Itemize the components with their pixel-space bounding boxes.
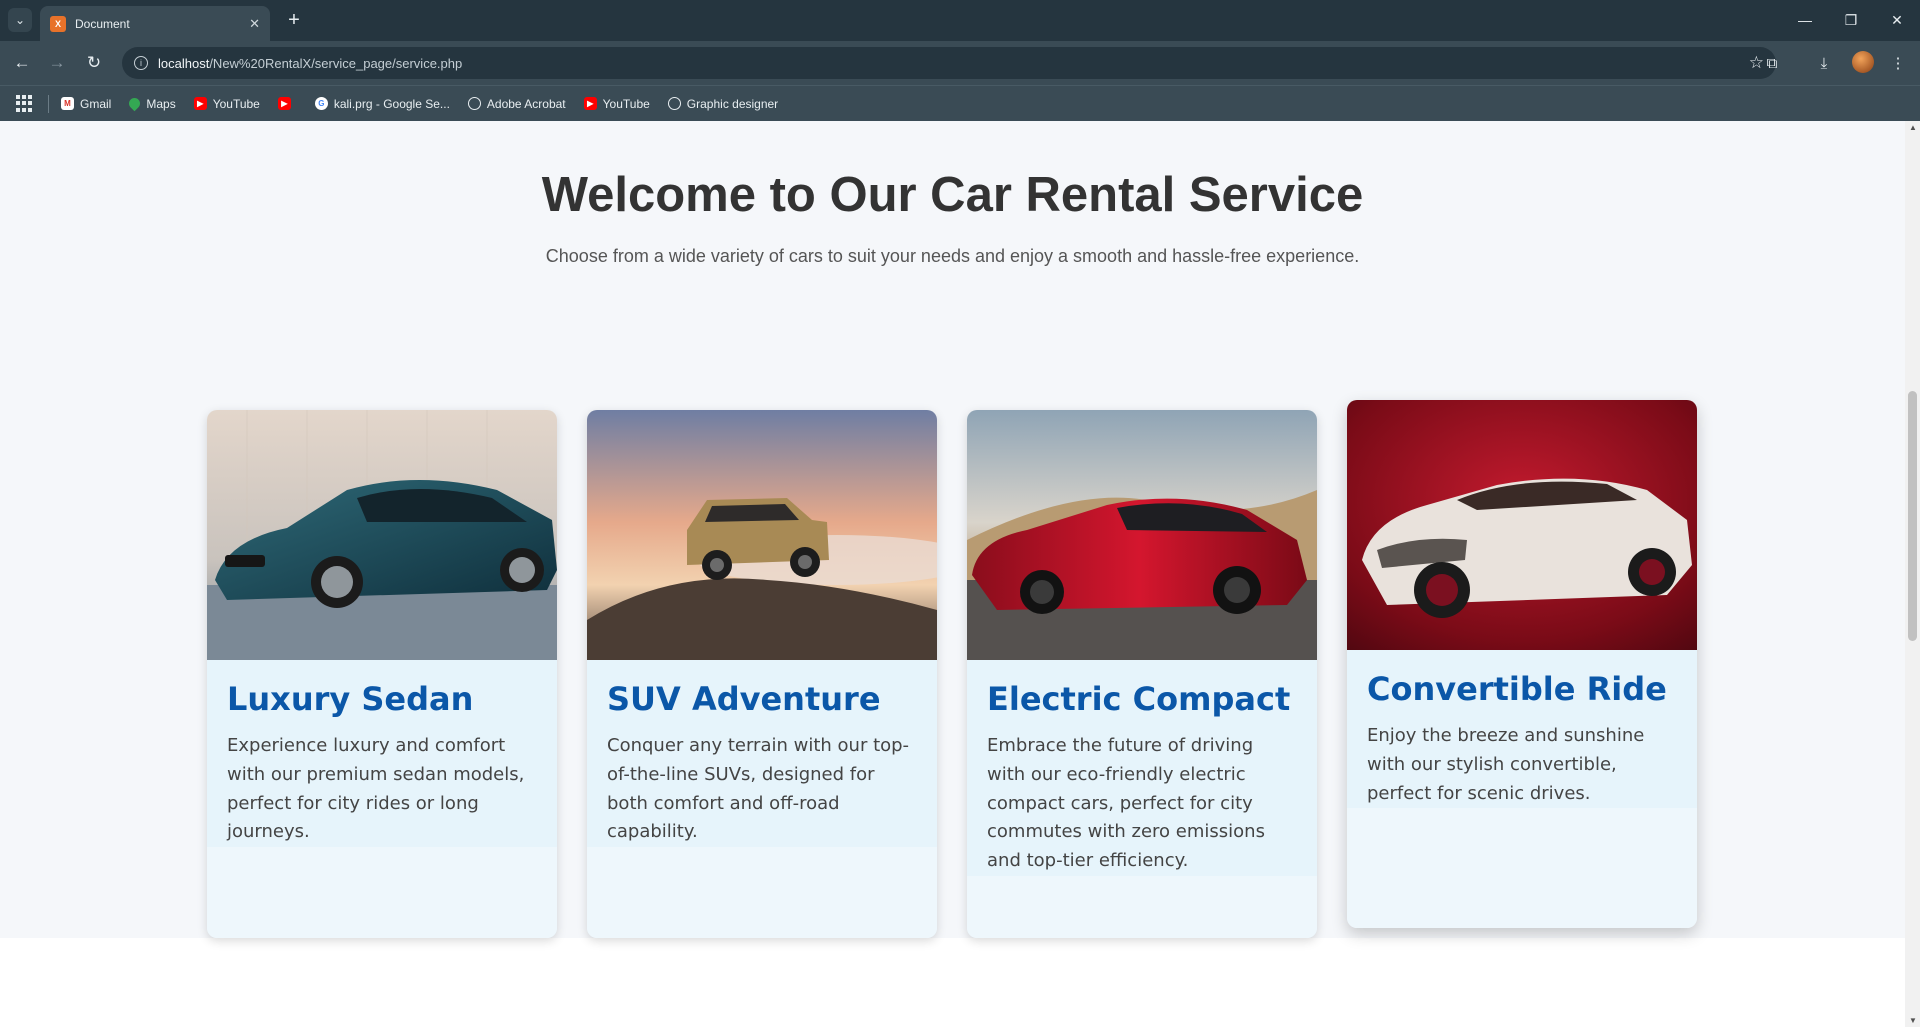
card-title: Luxury Sedan [227,680,474,718]
xampp-favicon-icon: X [50,15,66,32]
close-window-button[interactable]: ✕ [1882,8,1912,32]
card-footer [1347,868,1697,928]
forward-button[interactable]: → [45,51,69,75]
bookmark-label: YouTube [212,96,260,111]
bookmark-label: Gmail [80,96,112,111]
url-host: localhost [158,55,210,71]
page-title: Welcome to Our Car Rental Service [541,168,1364,222]
bookmark-youtube[interactable]: ▶ YouTube [193,96,260,111]
convertible-ride-image [1347,400,1697,650]
bookmark-label: Maps [146,96,176,111]
url-path: /New%20RentalX/service_page/service.php [209,55,463,71]
bookmarks-divider [48,94,49,113]
maps-icon [127,95,143,112]
tab-search-button[interactable]: ⌄ [8,8,32,32]
gmail-icon: M [61,97,74,110]
bookmark-label: Graphic designer [686,96,779,111]
google-icon: G [314,97,328,110]
bookmarks-bar: M Gmail Maps ▶ YouTube ▶ Gkali.prg - Googl… [0,85,1920,121]
bookmark-youtube-2[interactable]: ▶ [277,97,297,110]
tab-title: Document [75,16,130,31]
bookmark-google-search[interactable]: Gkali.prg - Google Se... [314,96,450,111]
card-footer [207,878,557,938]
bookmark-label: YouTube [602,96,650,111]
card-body: SUV Adventure Conquer any terrain with o… [587,660,937,848]
card-footer [587,878,937,938]
restore-button[interactable]: ❐ [1836,8,1866,32]
bookmark-label: kali.prg - Google Se... [333,96,450,111]
youtube-icon: ▶ [583,97,597,110]
luxury-sedan-image [207,410,557,660]
card-body: Electric Compact Embrace the future of d… [967,660,1317,876]
minimize-button[interactable]: — [1790,8,1820,32]
menu-kebab-icon[interactable]: ⋮ [1886,51,1910,75]
reload-button[interactable]: ↻ [82,51,106,75]
scroll-down-arrow-icon[interactable]: ▼ [1909,1016,1917,1025]
bookmark-adobe-acrobat[interactable]: Adobe Acrobat [467,96,566,111]
electric-compact-image [967,410,1317,660]
bookmark-maps[interactable]: Maps [127,95,176,112]
apps-grid-icon[interactable] [16,94,34,113]
back-button[interactable]: ← [10,51,34,75]
card-description: Conquer any terrain with our top-of-the-… [607,735,910,843]
youtube-icon: ▶ [277,97,291,110]
service-card-suv-adventure[interactable]: SUV Adventure Conquer any terrain with o… [587,410,937,938]
service-card-convertible-ride[interactable]: Convertible Ride Enjoy the breeze and su… [1347,400,1697,928]
bookmark-label: Adobe Acrobat [486,96,566,111]
browser-toolbar: ← → ↻ i localhost/New%20RentalX/service_… [0,41,1920,85]
address-bar[interactable]: i localhost/New%20RentalX/service_page/s… [122,47,1776,79]
tab-strip: ⌄ X Document ✕ + — ❐ ✕ [0,0,1920,41]
scroll-up-arrow-icon[interactable]: ▲ [1909,123,1917,132]
card-title: Convertible Ride [1367,670,1667,708]
card-title: SUV Adventure [607,680,881,718]
globe-icon [667,97,681,110]
bookmark-youtube-3[interactable]: ▶ YouTube [583,96,650,111]
page-subtitle: Choose from a wide variety of cars to su… [545,246,1360,266]
service-card-electric-compact[interactable]: Electric Compact Embrace the future of d… [967,410,1317,938]
card-description: Embrace the future of driving with our e… [987,735,1265,872]
service-card-luxury-sedan[interactable]: Luxury Sedan Experience luxury and comfo… [207,410,557,938]
download-icon[interactable]: ⤓ [1812,51,1836,75]
card-body: Luxury Sedan Experience luxury and comfo… [207,660,557,848]
profile-avatar[interactable] [1852,51,1874,73]
card-description: Enjoy the breeze and sunshine with our s… [1367,725,1645,804]
card-description: Experience luxury and comfort with our p… [227,735,525,843]
page-viewport: Welcome to Our Car Rental Service Choose… [0,121,1905,1027]
card-title: Electric Compact [987,680,1291,718]
card-body: Convertible Ride Enjoy the breeze and su… [1347,650,1697,809]
page-scrollbar[interactable]: ▲ ▼ [1905,121,1920,1027]
site-info-icon[interactable]: i [134,56,148,70]
scrollbar-thumb[interactable] [1908,391,1917,641]
globe-icon [467,97,481,110]
youtube-icon: ▶ [193,97,207,110]
card-footer [967,878,1317,938]
suv-adventure-image [587,410,937,660]
chevron-down-icon: ⌄ [14,13,26,27]
page-section-divider [0,938,1905,1027]
bookmark-gmail[interactable]: M Gmail [61,97,111,111]
tab-document[interactable]: X Document ✕ [40,6,270,41]
new-tab-button[interactable]: + [282,8,306,32]
close-tab-icon[interactable]: ✕ [249,16,260,32]
extensions-icon[interactable]: ⧉ [1760,51,1784,75]
bookmark-graphic-designer[interactable]: Graphic designer [667,96,779,111]
